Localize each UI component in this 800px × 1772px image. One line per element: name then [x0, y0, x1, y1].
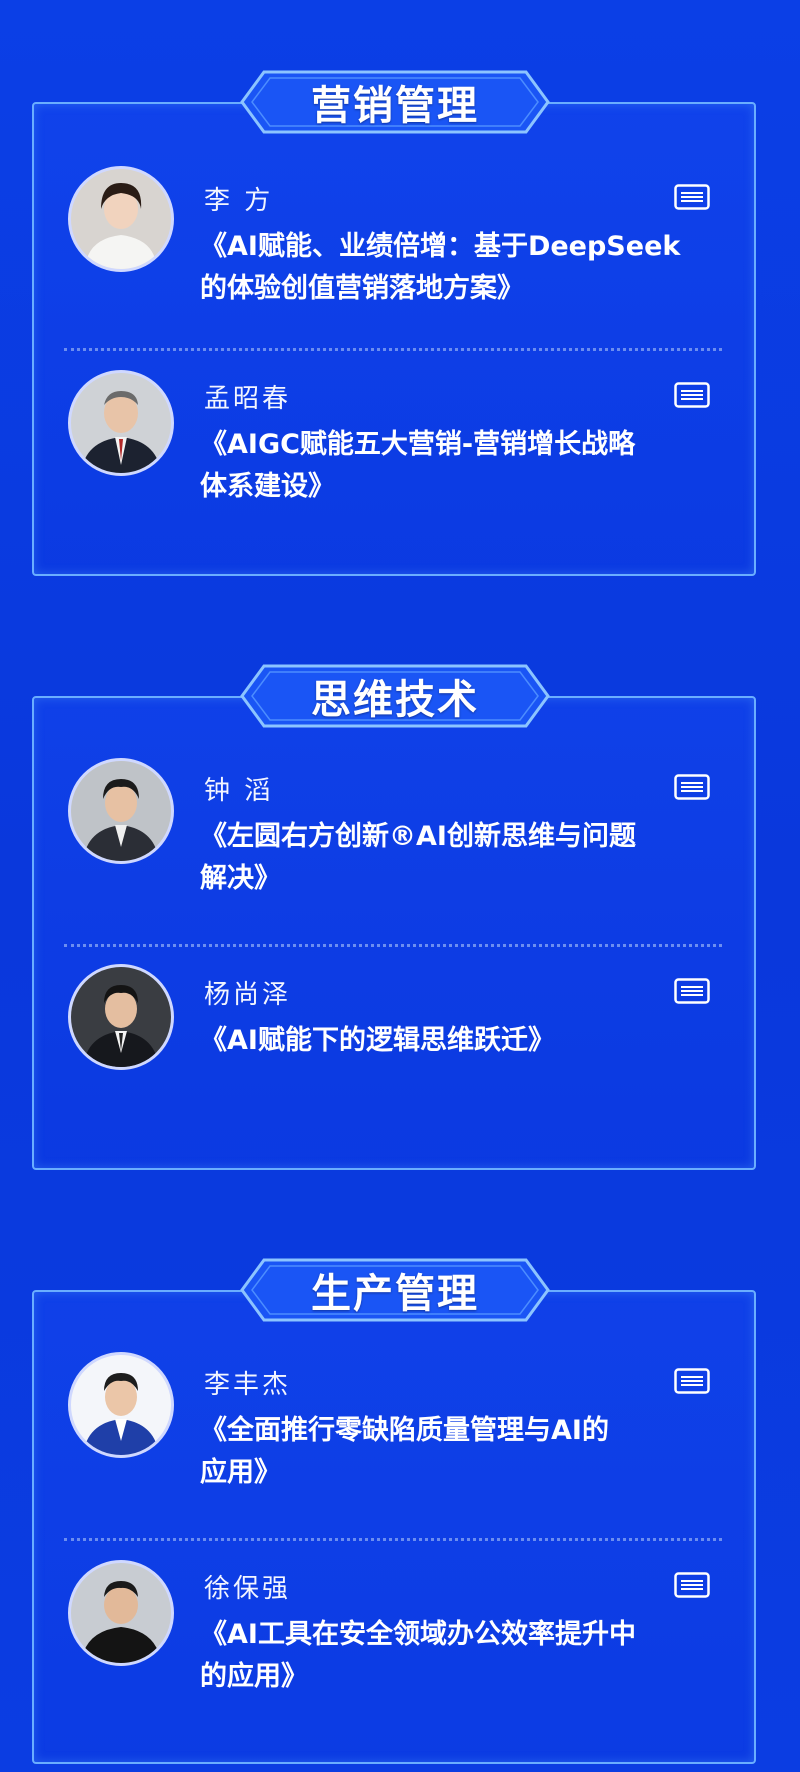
divider	[64, 944, 722, 947]
speaker-name: 李 方	[204, 186, 274, 216]
divider	[64, 1538, 722, 1541]
avatar	[68, 964, 174, 1070]
document-list-icon[interactable]	[674, 1572, 710, 1598]
section-thinking: 思维技术 钟 滔 《左圆右方创新®AI创新思维与问题 解决》 杨尚泽 《AI赋能…	[32, 664, 756, 1170]
course-title: 《AIGC赋能五大营销-营销增长战略 体系建设》	[200, 429, 636, 502]
course-title: 《左圆右方创新®AI创新思维与问题 解决》	[200, 821, 636, 894]
document-list-icon[interactable]	[674, 774, 710, 800]
course-title: 《全面推行零缺陷质量管理与AI的 应用》	[200, 1415, 609, 1488]
speaker-card[interactable]: 李丰杰 《全面推行零缺陷质量管理与AI的 应用》	[34, 1340, 754, 1540]
avatar	[68, 1560, 174, 1666]
document-list-icon[interactable]	[674, 382, 710, 408]
speaker-card[interactable]: 李 方 《AI赋能、业绩倍增：基于DeepSeek 的体验创值营销落地方案》	[34, 154, 754, 354]
speaker-card[interactable]: 钟 滔 《左圆右方创新®AI创新思维与问题 解决》	[34, 746, 754, 946]
speaker-name: 孟昭春	[204, 384, 292, 414]
speaker-card[interactable]: 杨尚泽 《AI赋能下的逻辑思维跃迁》	[34, 950, 754, 1150]
document-list-icon[interactable]	[674, 184, 710, 210]
document-list-icon[interactable]	[674, 1368, 710, 1394]
speaker-card[interactable]: 孟昭春 《AIGC赋能五大营销-营销增长战略 体系建设》	[34, 354, 754, 554]
speaker-card[interactable]: 徐保强 《AI工具在安全领域办公效率提升中 的应用》	[34, 1544, 754, 1744]
section-panel: 李丰杰 《全面推行零缺陷质量管理与AI的 应用》 徐保强 《AI工具在安全领域办…	[32, 1290, 756, 1764]
section-panel: 钟 滔 《左圆右方创新®AI创新思维与问题 解决》 杨尚泽 《AI赋能下的逻辑思…	[32, 696, 756, 1170]
divider	[64, 348, 722, 351]
avatar	[68, 758, 174, 864]
course-title: 《AI工具在安全领域办公效率提升中 的应用》	[200, 1619, 636, 1692]
speaker-name: 徐保强	[204, 1574, 292, 1604]
avatar	[68, 166, 174, 272]
document-list-icon[interactable]	[674, 978, 710, 1004]
course-title: 《AI赋能、业绩倍增：基于DeepSeek 的体验创值营销落地方案》	[200, 231, 681, 304]
section-badge: 思维技术	[240, 664, 550, 728]
speaker-name: 李丰杰	[204, 1370, 292, 1400]
section-badge: 生产管理	[240, 1258, 550, 1322]
speaker-name: 钟 滔	[204, 776, 274, 806]
avatar	[68, 1352, 174, 1458]
section-marketing: 营销管理 李 方 《AI赋能、业绩倍增：基于DeepSeek 的体验创值营销落地…	[32, 70, 756, 576]
section-production: 生产管理 李丰杰 《全面推行零缺陷质量管理与AI的 应用》 徐保强 《AI工具在…	[32, 1258, 756, 1764]
avatar	[68, 370, 174, 476]
section-badge: 营销管理	[240, 70, 550, 134]
speaker-name: 杨尚泽	[204, 980, 292, 1010]
section-panel: 李 方 《AI赋能、业绩倍增：基于DeepSeek 的体验创值营销落地方案》 孟…	[32, 102, 756, 576]
course-title: 《AI赋能下的逻辑思维跃迁》	[200, 1025, 555, 1056]
